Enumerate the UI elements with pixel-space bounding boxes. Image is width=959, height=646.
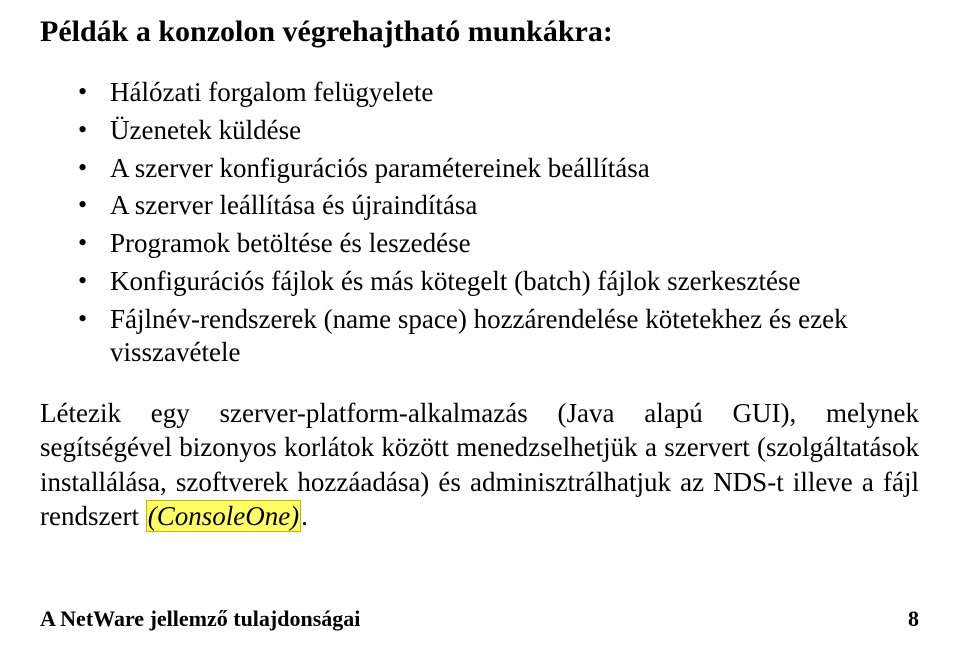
page-footer: A NetWare jellemző tulajdonságai 8: [40, 606, 919, 632]
footer-page-number: 8: [908, 606, 919, 632]
list-item: Fájlnév-rendszerek (name space) hozzáren…: [110, 301, 919, 373]
section-heading: Példák a konzolon végrehajtható munkákra…: [40, 14, 919, 50]
list-item: Programok betöltése és leszedése: [110, 225, 919, 263]
list-item: Hálózati forgalom felügyelete: [110, 74, 919, 112]
list-item: A szerver konfigurációs paramétereinek b…: [110, 150, 919, 188]
body-paragraph: Létezik egy szerver-platform-alkalmazás …: [40, 396, 919, 533]
list-item: A szerver leállítása és újraindítása: [110, 187, 919, 225]
document-page: Példák a konzolon végrehajtható munkákra…: [0, 0, 959, 646]
bullet-list: Hálózati forgalom felügyelete Üzenetek k…: [40, 74, 919, 372]
footer-title: A NetWare jellemző tulajdonságai: [40, 606, 360, 632]
highlighted-term: (ConsoleOne): [146, 500, 301, 532]
paragraph-text-post: .: [301, 501, 308, 531]
list-item: Konfigurációs fájlok és más kötegelt (ba…: [110, 263, 919, 301]
list-item: Üzenetek küldése: [110, 112, 919, 150]
